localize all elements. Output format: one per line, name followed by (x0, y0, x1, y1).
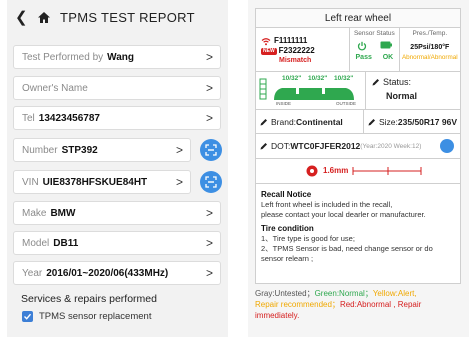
pen-icon[interactable] (368, 118, 376, 126)
chevron-right-icon: > (205, 236, 213, 250)
recall-notice-section: Recall Notice Left front wheel is includ… (255, 184, 461, 284)
alert-icon (306, 165, 318, 177)
scan-plate-button[interactable] (200, 139, 222, 161)
tread-value-1: 10/32" (282, 75, 302, 82)
dot-row[interactable]: DOT: WTC0FJFER2012 (Year:2020 Week:12) (255, 134, 461, 159)
chevron-right-icon: > (175, 175, 183, 189)
field-tel[interactable]: Tel 13423456787 > (13, 106, 221, 130)
chevron-right-icon: > (205, 206, 213, 220)
back-icon[interactable]: ❮ (15, 8, 31, 26)
status-cell: Status: Normal (366, 72, 460, 109)
sensor-id-cell: F1111111 NEW F2322222 Mismatch (256, 28, 351, 71)
service-checkbox-tpms-replacement[interactable]: TPMS sensor replacement (22, 311, 151, 322)
chevron-right-icon: > (205, 266, 213, 280)
recall-title: Recall Notice (261, 190, 312, 199)
size-cell[interactable]: Size: 235/50R17 96V (364, 110, 460, 133)
chevron-right-icon: > (205, 50, 213, 64)
measurement-row: 1.6mm (255, 159, 461, 184)
wheel-title: Left rear wheel (255, 8, 461, 28)
field-vin[interactable]: VIN UIE8378HFSKUE84HT > (13, 170, 191, 194)
sensor-info-grid: F1111111 NEW F2322222 Mismatch Sensor St… (255, 28, 461, 72)
mismatch-label: Mismatch (279, 57, 312, 64)
chevron-right-icon: > (205, 81, 213, 95)
brand-cell[interactable]: Brand: Continental (256, 110, 364, 133)
scan-vin-button[interactable] (200, 171, 222, 193)
tread-visual: 10/32" 10/32" 10/32" INSIDE OUTSIDE (256, 72, 366, 109)
power-icon (357, 41, 366, 51)
home-icon[interactable] (37, 11, 51, 24)
info-dot-icon[interactable] (440, 139, 454, 153)
tire-condition-title: Tire condition (261, 224, 314, 233)
checkbox-checked-icon[interactable] (22, 311, 33, 322)
chevron-right-icon: > (175, 143, 183, 157)
tpms-report-form-panel: ❮ TPMS TEST REPORT Test Performed by Wan… (7, 0, 228, 337)
tread-value-3: 10/32" (334, 75, 354, 82)
brand-size-row: Brand: Continental Size: 235/50R17 96V (255, 110, 461, 134)
chevron-right-icon: > (205, 111, 213, 125)
wheel-report-panel: Left rear wheel F1111111 NEW F2322222 Mi… (248, 0, 469, 337)
new-badge: NEW (261, 47, 277, 55)
outside-label: OUTSIDE (336, 101, 357, 106)
inside-label: INSIDE (276, 101, 292, 106)
measure-value: 1.6mm (323, 166, 349, 175)
field-test-performed-by[interactable]: Test Performed by Wang > (13, 45, 221, 69)
pressure-temp-cell: Pres./Temp. 25Psi/180°F Abnormal/Abnorma… (401, 30, 458, 61)
tread-depth-row: 10/32" 10/32" 10/32" INSIDE OUTSIDE Stat… (255, 72, 461, 110)
depth-gauge-graphic (352, 167, 422, 175)
field-make[interactable]: Make BMW > (13, 201, 221, 225)
battery-icon (380, 41, 392, 49)
scan-icon (205, 176, 217, 188)
status-value: Normal (386, 91, 418, 101)
pen-icon[interactable] (260, 118, 268, 126)
color-legend: Gray:Untested；Green:Normal；Yellow:Alert,… (255, 289, 422, 320)
field-model[interactable]: Model DB11 > (13, 231, 221, 255)
field-owner-name[interactable]: Owner's Name > (13, 76, 221, 100)
wifi-icon (261, 37, 271, 45)
sensor-status-cell: Sensor Status Pass OK (350, 28, 400, 71)
services-title: Services & repairs performed (21, 293, 157, 305)
form-header: ❮ TPMS TEST REPORT (7, 0, 228, 34)
pen-icon[interactable] (372, 78, 380, 86)
scan-icon (205, 144, 217, 156)
tread-value-2: 10/32" (308, 75, 328, 82)
pen-icon[interactable] (260, 142, 268, 150)
field-year[interactable]: Year 2016/01~2020/06(433MHz) > (13, 261, 221, 285)
page-title: TPMS TEST REPORT (60, 9, 195, 25)
field-number[interactable]: Number STP392 > (13, 138, 191, 162)
